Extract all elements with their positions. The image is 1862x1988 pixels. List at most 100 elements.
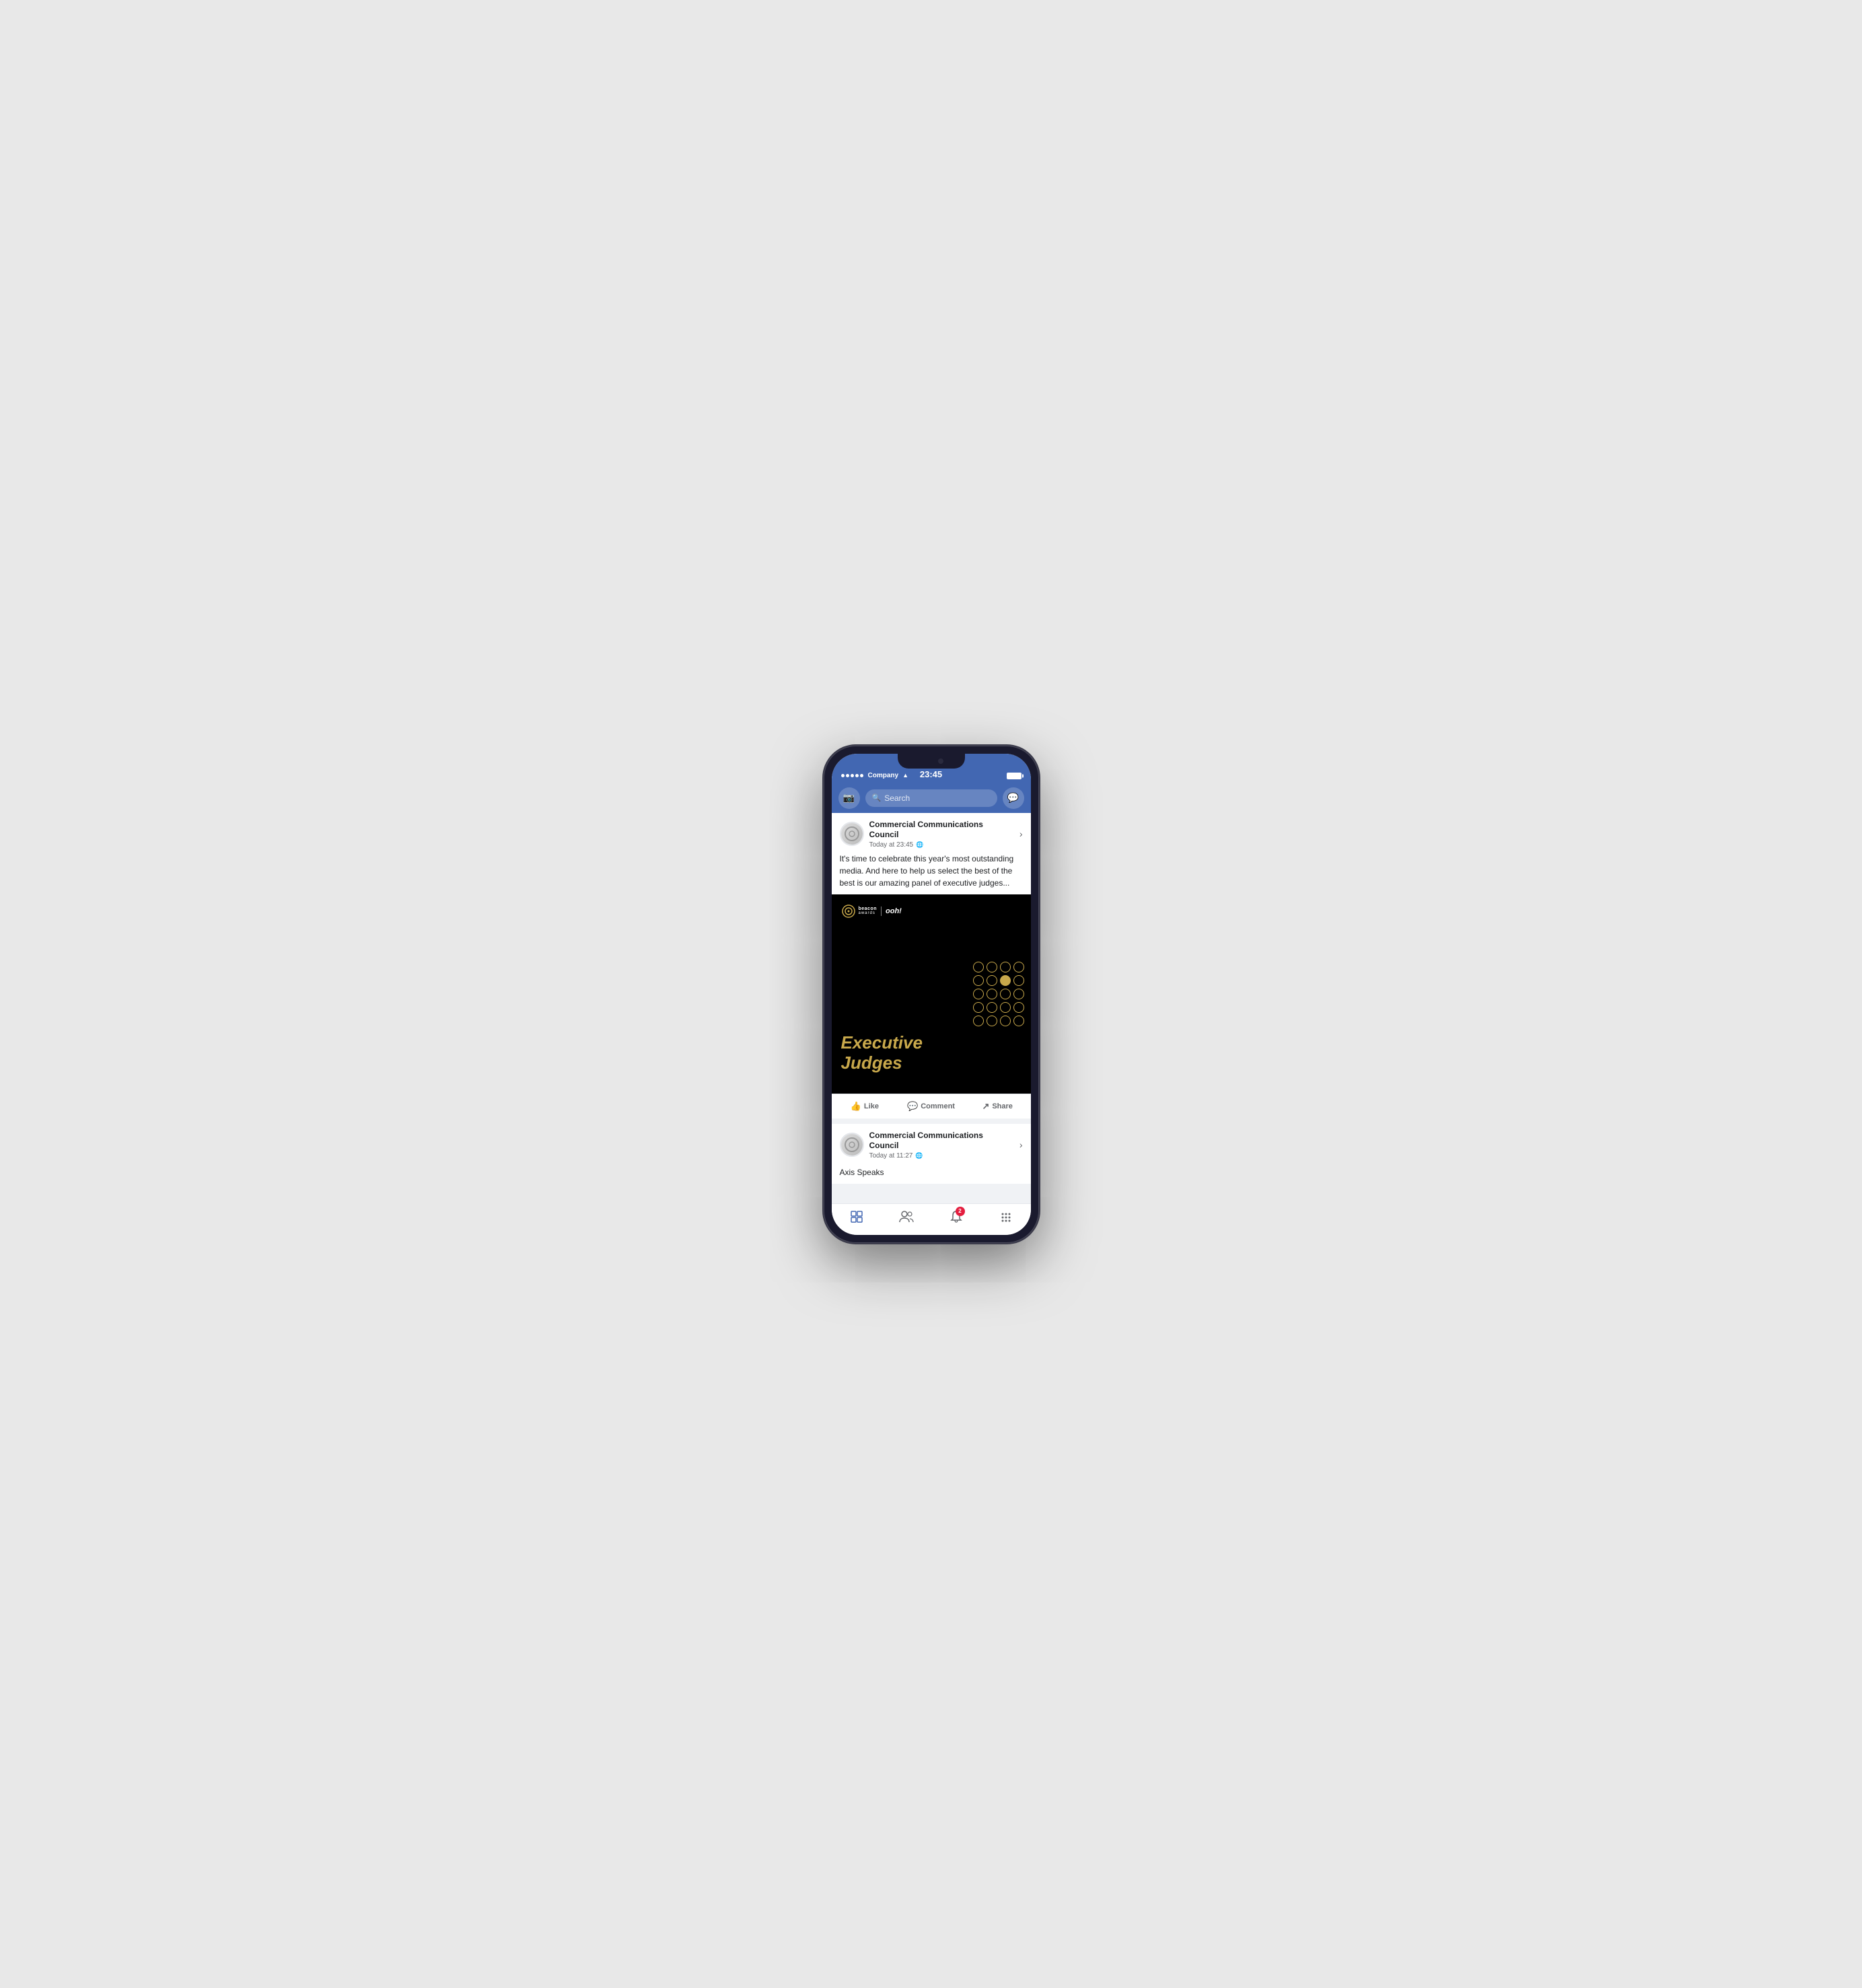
beacon-text: beacon awards bbox=[859, 907, 878, 915]
circle-1-4 bbox=[1013, 962, 1024, 972]
post-time-row-2: Today at 11:27 🌐 bbox=[869, 1152, 1014, 1160]
page-logo-2 bbox=[844, 1137, 860, 1153]
circle-2-3-filled bbox=[1000, 975, 1011, 986]
post-globe-icon-1: 🌐 bbox=[916, 841, 923, 849]
post-body-2: Axis Speaks bbox=[832, 1164, 1031, 1184]
circle-4-3 bbox=[1000, 1002, 1011, 1013]
comment-icon-1: 💬 bbox=[907, 1101, 918, 1112]
page-logo-1 bbox=[844, 826, 860, 842]
circle-3-1 bbox=[973, 989, 984, 999]
circle-4-4 bbox=[1013, 1002, 1024, 1013]
circle-4-2 bbox=[987, 1002, 997, 1013]
circle-3-4 bbox=[1013, 989, 1024, 999]
carrier-name: Company bbox=[868, 772, 899, 779]
beacon-brand: beacon awards bbox=[841, 904, 878, 919]
logo-divider bbox=[881, 907, 882, 916]
circle-5-1 bbox=[973, 1016, 984, 1026]
post-avatar-2 bbox=[840, 1133, 864, 1157]
messenger-button[interactable]: 💬 bbox=[1003, 787, 1024, 809]
avatar-image-2 bbox=[841, 1134, 863, 1156]
comment-label-1: Comment bbox=[921, 1102, 955, 1110]
comment-button-1[interactable]: 💬 Comment bbox=[898, 1096, 964, 1117]
judges-line: Judges bbox=[841, 1053, 923, 1073]
signal-dot-1 bbox=[841, 774, 845, 777]
circle-1-2 bbox=[987, 962, 997, 972]
post-header-2: Commercial Communications Council Today … bbox=[832, 1124, 1031, 1164]
signal-dot-3 bbox=[851, 774, 854, 777]
beacon-logo-row: beacon awards ooh! bbox=[841, 904, 1022, 919]
menu-tab-icon bbox=[999, 1209, 1013, 1224]
circle-5-3 bbox=[1000, 1016, 1011, 1026]
front-camera bbox=[938, 758, 943, 764]
circle-2-2 bbox=[987, 975, 997, 986]
post-time-2: Today at 11:27 bbox=[869, 1152, 913, 1160]
post-time-1: Today at 23:45 bbox=[869, 841, 914, 849]
post-actions-1: 👍 Like 💬 Comment ↗ Share bbox=[832, 1094, 1031, 1119]
circle-2-4 bbox=[1013, 975, 1024, 986]
signal-dot-2 bbox=[846, 774, 849, 777]
post-globe-icon-2: 🌐 bbox=[915, 1152, 923, 1160]
search-placeholder: Search bbox=[884, 793, 910, 803]
facebook-navbar: 📷 🔍 Search 💬 bbox=[832, 783, 1031, 813]
camera-button[interactable]: 📷 bbox=[838, 787, 860, 809]
tab-notifications[interactable]: 2 bbox=[931, 1209, 981, 1224]
status-left: Company ▲ bbox=[841, 772, 908, 779]
circle-3-2 bbox=[987, 989, 997, 999]
beacon-awards-image: beacon awards ooh! bbox=[832, 894, 1031, 1094]
status-time: 23:45 bbox=[920, 769, 942, 779]
circle-4-1 bbox=[973, 1002, 984, 1013]
like-label-1: Like bbox=[864, 1102, 879, 1110]
home-tab-icon bbox=[849, 1209, 864, 1224]
battery-fill bbox=[1007, 773, 1021, 779]
beacon-awards-label: beacon bbox=[859, 907, 878, 911]
post-avatar-1 bbox=[840, 822, 864, 846]
awards-label: awards bbox=[859, 911, 878, 915]
phone-shell: Company ▲ 23:45 📷 🔍 Search bbox=[824, 746, 1039, 1243]
camera-icon: 📷 bbox=[843, 792, 855, 804]
signal-indicator bbox=[841, 774, 863, 777]
avatar-image-1 bbox=[841, 823, 863, 845]
post-meta-1: Commercial Communications Council Today … bbox=[869, 820, 1014, 849]
post-card-1: Commercial Communications Council Today … bbox=[832, 813, 1031, 1119]
post-body-1: It's time to celebrate this year's most … bbox=[832, 853, 1031, 894]
share-icon-1: ↗ bbox=[982, 1101, 989, 1112]
status-right bbox=[1007, 773, 1022, 779]
ooh-brand-label: ooh! bbox=[886, 907, 902, 915]
circle-3-3 bbox=[1000, 989, 1011, 999]
wifi-icon: ▲ bbox=[902, 772, 908, 779]
circle-2-1 bbox=[973, 975, 984, 986]
post-page-name-2: Commercial Communications Council bbox=[869, 1131, 1014, 1151]
tab-menu[interactable] bbox=[981, 1209, 1031, 1224]
post-time-row-1: Today at 23:45 🌐 bbox=[869, 841, 1014, 849]
post-meta-2: Commercial Communications Council Today … bbox=[869, 1131, 1014, 1160]
post-options-chevron-1[interactable]: › bbox=[1019, 828, 1023, 839]
like-button-1[interactable]: 👍 Like bbox=[832, 1096, 898, 1117]
tab-home[interactable] bbox=[832, 1209, 882, 1224]
like-icon-1: 👍 bbox=[851, 1101, 861, 1112]
signal-dot-4 bbox=[855, 774, 859, 777]
circles-decoration bbox=[973, 962, 1024, 1026]
circle-5-2 bbox=[987, 1016, 997, 1026]
notification-badge: 2 bbox=[956, 1207, 965, 1216]
post-options-chevron-2[interactable]: › bbox=[1019, 1139, 1023, 1150]
executive-judges-title: Executive Judges bbox=[841, 1033, 923, 1073]
scene: Company ▲ 23:45 📷 🔍 Search bbox=[0, 692, 1862, 1297]
post-header-1: Commercial Communications Council Today … bbox=[832, 813, 1031, 853]
circle-1-3 bbox=[1000, 962, 1011, 972]
beacon-logo-icon bbox=[841, 904, 856, 919]
battery-indicator bbox=[1007, 773, 1022, 779]
facebook-feed[interactable]: Commercial Communications Council Today … bbox=[832, 813, 1031, 1203]
post-page-name-1: Commercial Communications Council bbox=[869, 820, 1014, 841]
post-card-2: Commercial Communications Council Today … bbox=[832, 1124, 1031, 1184]
share-label-1: Share bbox=[992, 1102, 1013, 1110]
tab-friends[interactable] bbox=[882, 1209, 931, 1224]
phone-notch bbox=[898, 754, 965, 769]
circle-1-1 bbox=[973, 962, 984, 972]
share-button-1[interactable]: ↗ Share bbox=[964, 1096, 1031, 1117]
search-bar[interactable]: 🔍 Search bbox=[865, 789, 997, 807]
executive-line: Executive bbox=[841, 1033, 923, 1053]
friends-tab-icon bbox=[898, 1209, 915, 1224]
post-image-1: beacon awards ooh! bbox=[832, 894, 1031, 1094]
circle-5-4 bbox=[1013, 1016, 1024, 1026]
phone-screen: Company ▲ 23:45 📷 🔍 Search bbox=[832, 754, 1031, 1235]
